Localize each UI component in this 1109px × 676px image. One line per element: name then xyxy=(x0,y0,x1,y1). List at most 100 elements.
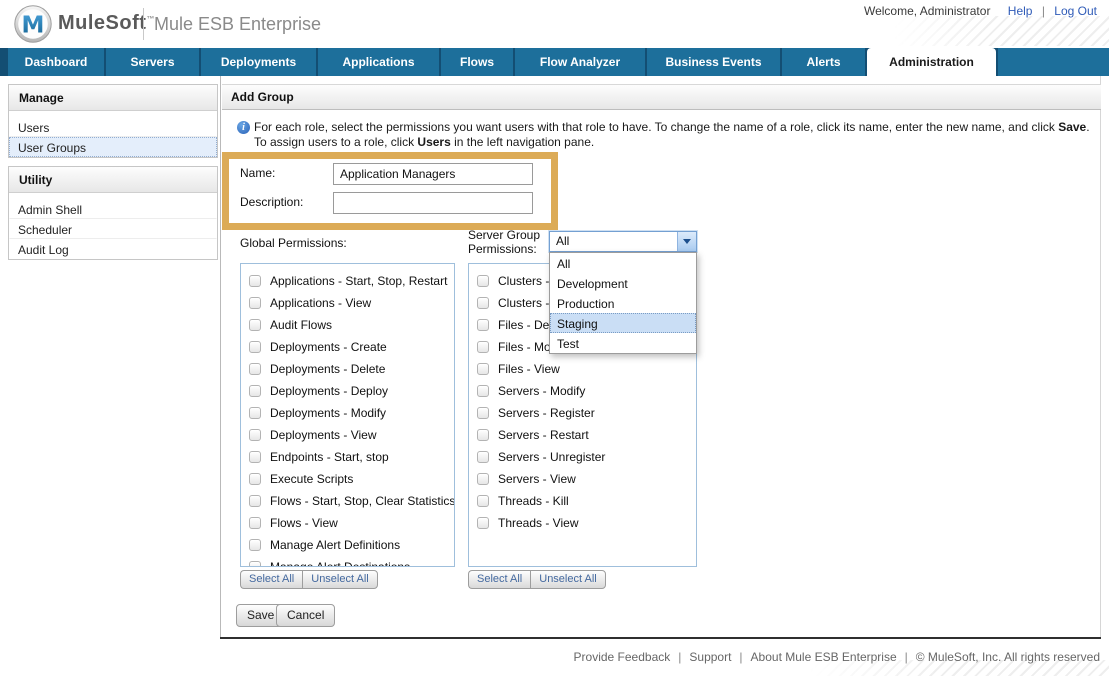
dropdown-option-test[interactable]: Test xyxy=(550,333,696,353)
permission-label: Deployments - Deploy xyxy=(270,384,388,398)
server-permission-row: Files - View xyxy=(469,358,696,380)
sidebar-item-audit-log[interactable]: Audit Log xyxy=(9,239,217,259)
checkbox-icon[interactable] xyxy=(249,473,261,485)
global-permission-row: Manage Alert Definitions xyxy=(241,534,454,556)
sidebar-item-scheduler[interactable]: Scheduler xyxy=(9,219,217,239)
checkbox-icon[interactable] xyxy=(249,561,261,567)
sidebar-manage-box: Manage UsersUser Groups xyxy=(8,84,218,158)
dropdown-option-staging[interactable]: Staging xyxy=(550,313,696,333)
checkbox-icon[interactable] xyxy=(477,407,489,419)
sidebar-section-title-manage: Manage xyxy=(9,85,217,111)
dropdown-button[interactable] xyxy=(677,232,696,251)
permission-label: Clusters - xyxy=(498,296,549,310)
checkbox-icon[interactable] xyxy=(477,473,489,485)
svg-text:M: M xyxy=(22,13,45,39)
product-name: Mule ESB Enterprise xyxy=(154,14,321,35)
server-permission-row: Servers - Modify xyxy=(469,380,696,402)
sidebar-item-admin-shell[interactable]: Admin Shell xyxy=(9,199,217,219)
checkbox-icon[interactable] xyxy=(477,341,489,353)
content-bottom-rule xyxy=(220,637,1101,639)
page-title: Add Group xyxy=(222,85,1101,109)
global-unselect-all-button[interactable]: Unselect All xyxy=(302,570,377,589)
server-group-select[interactable]: All xyxy=(549,231,697,252)
global-permission-row: Manage Alert Destinations xyxy=(241,556,454,567)
tab-strip: DashboardServersDeploymentsApplicationsF… xyxy=(0,48,1109,76)
global-select-all-button[interactable]: Select All xyxy=(240,570,302,589)
sidebar-utility-items: Admin ShellSchedulerAudit Log xyxy=(9,199,217,259)
tab-dashboard[interactable]: Dashboard xyxy=(8,48,104,76)
dropdown-option-all[interactable]: All xyxy=(550,253,696,273)
tab-alerts[interactable]: Alerts xyxy=(782,48,865,76)
permission-label: Servers - Modify xyxy=(498,384,585,398)
tab-deployments[interactable]: Deployments xyxy=(201,48,316,76)
server-permission-row: Servers - Restart xyxy=(469,424,696,446)
help-link[interactable]: Help xyxy=(1008,4,1033,18)
checkbox-icon[interactable] xyxy=(249,539,261,551)
checkbox-icon[interactable] xyxy=(249,495,261,507)
global-permission-row: Deployments - Create xyxy=(241,336,454,358)
server-unselect-all-button[interactable]: Unselect All xyxy=(530,570,605,589)
content-divider xyxy=(220,76,221,637)
tab-servers[interactable]: Servers xyxy=(106,48,199,76)
checkbox-icon[interactable] xyxy=(249,341,261,353)
tab-flows[interactable]: Flows xyxy=(441,48,513,76)
footer-link-provide-feedback[interactable]: Provide Feedback xyxy=(574,650,671,664)
checkbox-icon[interactable] xyxy=(249,319,261,331)
decorative-diagonal-pattern xyxy=(894,16,1109,46)
tab-business-events[interactable]: Business Events xyxy=(647,48,780,76)
name-label: Name: xyxy=(240,166,275,180)
permission-label: Manage Alert Destinations xyxy=(270,560,410,567)
server-permission-row: Threads - View xyxy=(469,512,696,534)
permission-label: Deployments - Modify xyxy=(270,406,386,420)
checkbox-icon[interactable] xyxy=(477,429,489,441)
checkbox-icon[interactable] xyxy=(249,407,261,419)
checkbox-icon[interactable] xyxy=(249,429,261,441)
footer-link-support[interactable]: Support xyxy=(689,650,731,664)
checkbox-icon[interactable] xyxy=(477,275,489,287)
footer: Provide Feedback|Support|About Mule ESB … xyxy=(574,650,1100,664)
checkbox-icon[interactable] xyxy=(249,451,261,463)
dropdown-option-production[interactable]: Production xyxy=(550,293,696,313)
sidebar-item-user-groups[interactable]: User Groups xyxy=(9,137,217,157)
tab-flow-analyzer[interactable]: Flow Analyzer xyxy=(515,48,645,76)
permission-label: Threads - View xyxy=(498,516,578,530)
cancel-button[interactable]: Cancel xyxy=(276,604,335,627)
checkbox-icon[interactable] xyxy=(249,385,261,397)
permission-label: Servers - View xyxy=(498,472,576,486)
checkbox-icon[interactable] xyxy=(477,363,489,375)
brand-name: MuleSoft™ xyxy=(58,12,155,35)
checkbox-icon[interactable] xyxy=(477,319,489,331)
tab-applications[interactable]: Applications xyxy=(318,48,439,76)
permission-label: Files - Del xyxy=(498,318,552,332)
checkbox-icon[interactable] xyxy=(249,275,261,287)
checkbox-icon[interactable] xyxy=(249,517,261,529)
checkbox-icon[interactable] xyxy=(477,495,489,507)
global-permission-row: Deployments - Modify xyxy=(241,402,454,424)
global-permission-row: Deployments - Deploy xyxy=(241,380,454,402)
global-permission-row: Flows - Start, Stop, Clear Statistics xyxy=(241,490,454,512)
checkbox-icon[interactable] xyxy=(477,385,489,397)
footer-separator: | xyxy=(739,650,742,664)
app-header: M MuleSoft™ Mule ESB Enterprise Welcome,… xyxy=(0,0,1109,48)
footer-link-about-mule-esb-enterprise[interactable]: About Mule ESB Enterprise xyxy=(751,650,897,664)
dropdown-option-development[interactable]: Development xyxy=(550,273,696,293)
checkbox-icon[interactable] xyxy=(477,297,489,309)
server-select-all-button[interactable]: Select All xyxy=(468,570,530,589)
checkbox-icon[interactable] xyxy=(477,451,489,463)
server-permission-row: Threads - Kill xyxy=(469,490,696,512)
checkbox-icon[interactable] xyxy=(249,297,261,309)
link-separator: | xyxy=(1042,4,1045,18)
logout-link[interactable]: Log Out xyxy=(1054,4,1097,18)
description-field[interactable] xyxy=(333,192,533,214)
sidebar-item-users[interactable]: Users xyxy=(9,117,217,137)
server-permission-row: Servers - Register xyxy=(469,402,696,424)
permission-label: Files - View xyxy=(498,362,560,376)
checkbox-icon[interactable] xyxy=(477,517,489,529)
tab-administration[interactable]: Administration xyxy=(867,48,996,76)
name-field[interactable] xyxy=(333,163,533,185)
checkbox-icon[interactable] xyxy=(249,363,261,375)
permission-label: Threads - Kill xyxy=(498,494,569,508)
global-permissions-label: Global Permissions: xyxy=(240,236,347,250)
global-permissions-list: Applications - Start, Stop, RestartAppli… xyxy=(240,263,455,567)
sidebar-utility-box: Utility Admin ShellSchedulerAudit Log xyxy=(8,166,218,260)
